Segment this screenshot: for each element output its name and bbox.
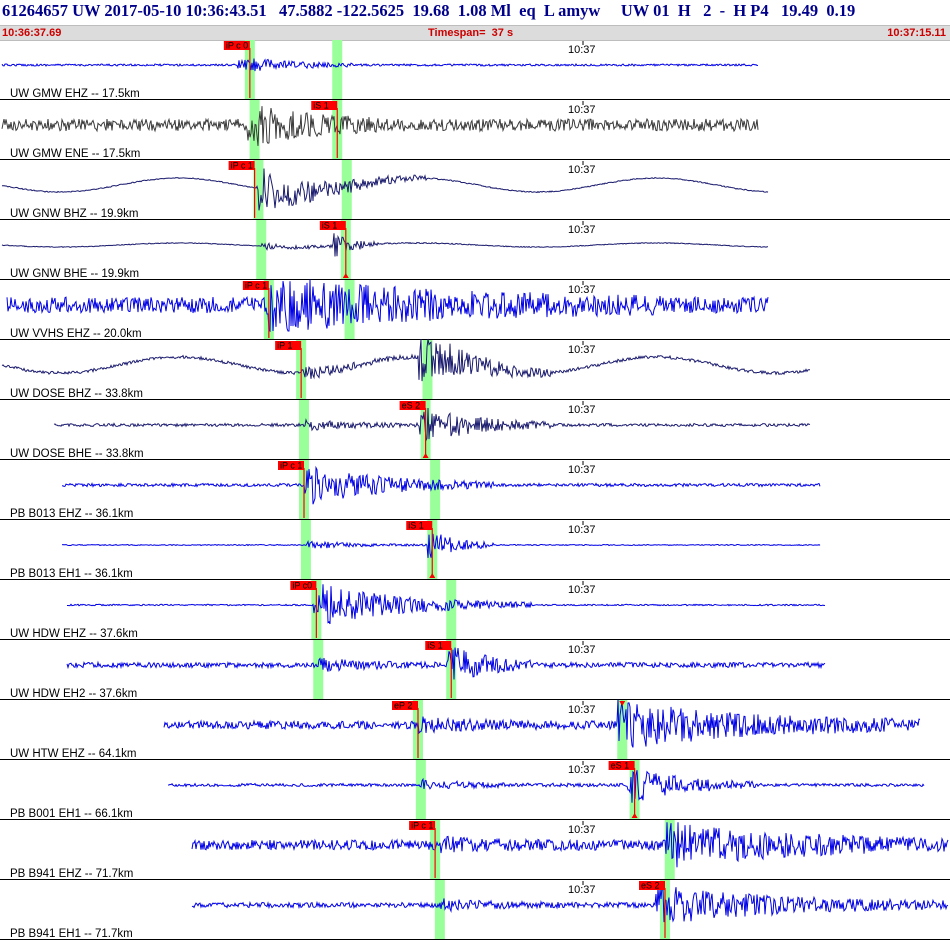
start-time: 10:36:37.69 — [2, 27, 62, 39]
trace-panel[interactable]: iS 1 10:37 UW GMW ENE -- 17.5km — [0, 100, 950, 160]
trace-panel[interactable]: eP 2 10:37 UW HTW EHZ -- 64.1km — [0, 699, 950, 760]
time-tick-label: 10:37 — [568, 824, 596, 836]
trace-panel[interactable]: iS 1 10:37 UW GNW BHE -- 19.9km — [0, 220, 950, 280]
waveform-trace — [1, 106, 759, 146]
pick-label: iP c0 — [292, 581, 312, 591]
trace-panel[interactable]: eS 2 10:37 UW DOSE BHE -- 33.8km — [0, 400, 950, 460]
pick-label: iS 1 — [427, 641, 443, 651]
event-summary: 61264657 UW 2017-05-10 10:36:43.51 47.58… — [2, 1, 856, 20]
end-time: 10:37:15.11 — [887, 27, 946, 39]
time-tick-label: 10:37 — [568, 284, 596, 296]
station-label: UW GNW BHE -- 19.9km — [10, 268, 139, 280]
trace-panel[interactable]: iP c 1 10:37 UW VVHS EHZ -- 20.0km — [0, 279, 950, 341]
p-pick-window[interactable] — [299, 400, 309, 460]
trace-panel[interactable]: iS 1 10:37 PB B013 EH1 -- 36.1km — [0, 520, 950, 580]
waveform-canvas[interactable]: iP c 0 10:37 UW GMW EHZ -- 17.5km iS 1 10:37… — [0, 40, 950, 940]
pick-label: eS 2 — [641, 881, 660, 891]
time-bar: 10:36:37.69 Timespan= 37 s 10:37:15.11 — [0, 25, 950, 41]
pick-label: iS 1 — [408, 521, 424, 531]
pick-label: iP c 0 — [226, 41, 248, 51]
waveform-trace — [6, 279, 769, 333]
trace-panel[interactable]: iS 1 10:37 UW HDW EH2 -- 37.6km — [0, 640, 950, 700]
event-header: 61264657 UW 2017-05-10 10:36:43.51 47.58… — [0, 0, 950, 41]
waveform-trace — [163, 699, 921, 748]
p-pick-window[interactable] — [256, 220, 267, 280]
station-label: UW DOSE BHZ -- 33.8km — [10, 388, 143, 400]
s-pick-window[interactable] — [341, 160, 352, 220]
p-pick-window[interactable] — [415, 760, 426, 820]
trace-panel[interactable]: eS 2 10:37 PB B941 EH1 -- 71.7km — [0, 880, 950, 940]
pick-label: iP c 1 — [280, 461, 302, 471]
station-label: PB B013 EH1 -- 36.1km — [10, 568, 133, 580]
station-label: UW DOSE BHE -- 33.8km — [10, 448, 144, 460]
pick-label: iP c 1 — [245, 281, 267, 291]
waveform-trace — [1, 233, 769, 257]
pick-label: iP c 1 — [231, 161, 253, 171]
time-tick-label: 10:37 — [568, 704, 596, 716]
pick-label: eS 2 — [402, 401, 421, 411]
time-tick-label: 10:37 — [568, 464, 596, 476]
p-pick-window[interactable] — [313, 640, 324, 700]
time-tick-label: 10:37 — [568, 44, 596, 56]
waveform-trace — [53, 407, 811, 443]
time-tick-label: 10:37 — [568, 344, 596, 356]
waveform-trace — [61, 533, 821, 558]
trace-panel[interactable]: iP c0 10:37 UW HDW EHZ -- 37.6km — [0, 580, 950, 640]
station-label: UW GNW BHZ -- 19.9km — [10, 208, 138, 220]
waveform-trace — [67, 584, 826, 625]
time-tick-label: 10:37 — [568, 524, 596, 536]
time-tick-label: 10:37 — [568, 584, 596, 596]
waveform-trace — [168, 770, 925, 803]
pick-label: iS 1 — [313, 101, 329, 111]
time-tick-label: 10:37 — [568, 104, 596, 116]
waveform-trace — [61, 465, 821, 505]
station-label: UW HTW EHZ -- 64.1km — [10, 748, 137, 760]
pick-label: iP c 1 — [411, 821, 433, 831]
station-label: PB B013 EHZ -- 36.1km — [10, 508, 133, 520]
pick-label: eP 2 — [394, 701, 412, 711]
station-label: UW GMW ENE -- 17.5km — [10, 148, 140, 160]
station-label: PB B941 EH1 -- 71.7km — [10, 928, 133, 940]
station-label: UW HDW EHZ -- 37.6km — [10, 628, 138, 640]
station-label: UW HDW EH2 -- 37.6km — [10, 688, 137, 700]
time-tick-label: 10:37 — [568, 404, 596, 416]
time-tick-label: 10:37 — [568, 884, 596, 896]
trace-panels[interactable]: iP c 0 10:37 UW GMW EHZ -- 17.5km iS 1 10:37… — [0, 40, 950, 940]
trace-panel[interactable]: iP 1 10:37 UW DOSE BHZ -- 33.8km — [0, 338, 950, 400]
station-label: UW GMW EHZ -- 17.5km — [10, 88, 140, 100]
seismogram-viewer: 61264657 UW 2017-05-10 10:36:43.51 47.58… — [0, 0, 950, 940]
s-pick-window[interactable] — [332, 40, 343, 100]
trace-panel[interactable]: iP c 1 10:37 PB B013 EHZ -- 36.1km — [0, 460, 950, 520]
pick-label: iP 1 — [277, 341, 292, 351]
trace-panel[interactable]: iP c 1 10:37 UW GNW BHZ -- 19.9km — [0, 160, 950, 220]
station-label: PB B941 EHZ -- 71.7km — [10, 868, 133, 880]
waveform-trace — [1, 338, 810, 382]
waveform-trace — [66, 647, 826, 680]
trace-panel[interactable]: iP c 1 10:37 PB B941 EHZ -- 71.7km — [0, 820, 950, 880]
station-label: UW VVHS EHZ -- 20.0km — [10, 328, 142, 340]
p-pick-window[interactable] — [434, 880, 445, 940]
pick-label: iS 1 — [322, 221, 338, 231]
timespan-label: Timespan= 37 s — [428, 27, 514, 39]
waveform-trace — [1, 168, 769, 211]
p-pick-window[interactable] — [300, 520, 311, 580]
time-tick-label: 10:37 — [568, 764, 596, 776]
time-tick-label: 10:37 — [568, 644, 596, 656]
trace-panel[interactable]: eS 1 10:37 PB B001 EH1 -- 66.1km — [0, 760, 950, 820]
trace-panel[interactable]: iP c 0 10:37 UW GMW EHZ -- 17.5km — [0, 40, 950, 100]
station-label: PB B001 EH1 -- 66.1km — [10, 808, 133, 820]
pick-label: eS 1 — [611, 761, 630, 771]
waveform-trace — [1, 58, 759, 72]
time-tick-label: 10:37 — [568, 224, 596, 236]
time-tick-label: 10:37 — [568, 164, 596, 176]
